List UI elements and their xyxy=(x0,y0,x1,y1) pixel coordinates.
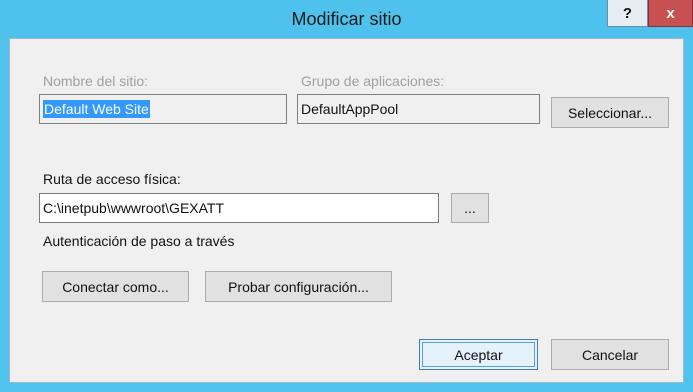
browse-path-button[interactable]: ... xyxy=(451,193,489,223)
auth-label: Autenticación de paso a través xyxy=(43,233,235,249)
test-settings-button[interactable]: Probar configuración... xyxy=(205,271,392,302)
physical-path-input[interactable]: C:\inetpub\wwwroot\GEXATT xyxy=(39,193,439,223)
app-pool-label: Grupo de aplicaciones: xyxy=(301,73,445,89)
app-pool-field: DefaultAppPool xyxy=(297,94,540,124)
dialog-title: Modificar sitio xyxy=(291,9,402,29)
site-name-value: Default Web Site xyxy=(43,100,150,118)
close-button[interactable]: x xyxy=(648,0,693,27)
site-name-field[interactable]: Default Web Site xyxy=(39,94,287,124)
app-pool-value: DefaultAppPool xyxy=(301,101,399,117)
close-icon: x xyxy=(666,4,675,22)
help-icon: ? xyxy=(622,4,633,22)
ok-button-label: Aceptar xyxy=(454,346,503,363)
physical-path-value: C:\inetpub\wwwroot\GEXATT xyxy=(43,200,225,216)
physical-path-label: Ruta de acceso física: xyxy=(43,171,181,187)
connect-as-button[interactable]: Conectar como... xyxy=(42,271,189,302)
cancel-button[interactable]: Cancelar xyxy=(551,339,669,370)
site-name-label: Nombre del sitio: xyxy=(43,73,149,89)
title-bar[interactable]: Modificar sitio ? x xyxy=(0,0,693,38)
dialog-body: Nombre del sitio: Default Web Site Grupo… xyxy=(9,38,684,383)
dialog-window: Modificar sitio ? x Nombre del sitio: De… xyxy=(0,0,693,392)
ok-button[interactable]: Aceptar xyxy=(419,339,538,370)
help-button[interactable]: ? xyxy=(607,0,648,27)
select-app-pool-button[interactable]: Seleccionar... xyxy=(551,97,669,128)
